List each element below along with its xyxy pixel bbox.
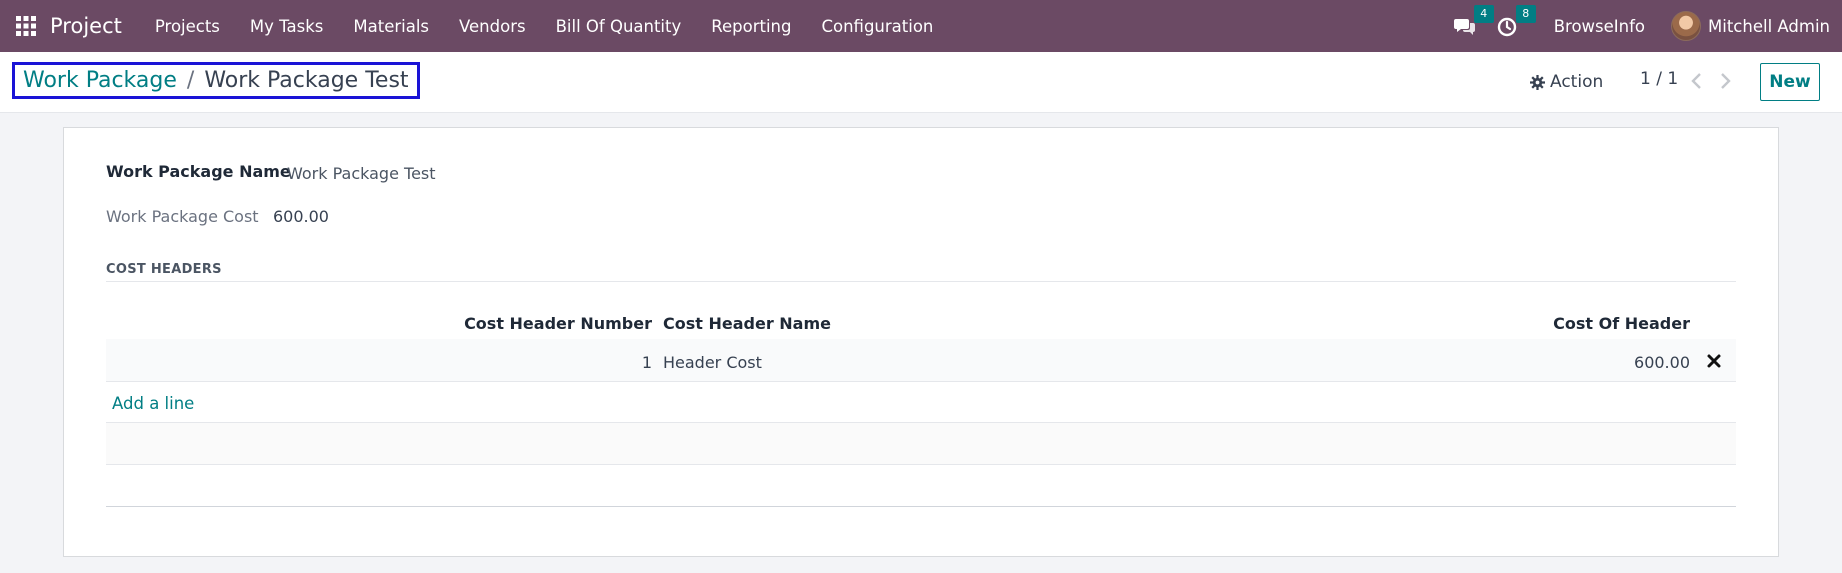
chevron-left-icon[interactable]	[1688, 70, 1706, 92]
add-a-line-link[interactable]: Add a line	[112, 394, 194, 413]
breadcrumb-current-record: Work Package Test	[204, 68, 409, 93]
activities-count-badge: 8	[1515, 5, 1536, 23]
work-package-cost-value: 600.00	[273, 207, 329, 226]
top-navbar: Project Projects My Tasks Materials Vend…	[0, 0, 1842, 52]
main-menu: Projects My Tasks Materials Vendors Bill…	[140, 17, 949, 36]
new-record-button[interactable]: New	[1760, 63, 1820, 101]
column-header-cost-of-header[interactable]: Cost Of Header	[1553, 314, 1690, 333]
breadcrumb-work-package-link[interactable]: Work Package	[23, 68, 177, 93]
cell-cost-of-header[interactable]: 600.00	[1634, 353, 1690, 372]
breadcrumb: Work Package / Work Package Test	[12, 62, 420, 99]
activities-button[interactable]: 8	[1496, 5, 1536, 37]
work-package-name-label: Work Package Name	[106, 162, 291, 181]
menu-vendors[interactable]: Vendors	[444, 17, 541, 36]
menu-reporting[interactable]: Reporting	[696, 17, 806, 36]
action-menu-button[interactable]: Action	[1530, 68, 1603, 96]
row-divider	[106, 506, 1736, 507]
menu-my-tasks[interactable]: My Tasks	[235, 17, 338, 36]
form-sheet: Work Package Name Work Package Test Work…	[63, 127, 1779, 557]
row-divider	[106, 381, 1736, 382]
column-header-cost-header-name[interactable]: Cost Header Name	[663, 314, 831, 333]
menu-configuration[interactable]: Configuration	[806, 17, 948, 36]
pager-value[interactable]: 1 / 1	[1640, 69, 1678, 89]
chat-bubbles-icon	[1453, 19, 1475, 35]
empty-row	[106, 423, 1736, 464]
column-header-cost-header-number[interactable]: Cost Header Number	[464, 314, 652, 333]
chevron-right-icon[interactable]	[1716, 70, 1734, 92]
user-avatar[interactable]	[1671, 11, 1702, 41]
cell-cost-header-name[interactable]: Header Cost	[663, 353, 762, 372]
cell-cost-header-number[interactable]: 1	[642, 353, 652, 372]
apps-grid-icon[interactable]	[16, 16, 36, 36]
company-switcher[interactable]: BrowseInfo	[1554, 17, 1645, 36]
table-row[interactable]	[106, 339, 1736, 381]
menu-projects[interactable]: Projects	[140, 17, 235, 36]
empty-row	[106, 465, 1736, 506]
section-divider	[106, 281, 1736, 282]
action-label: Action	[1550, 72, 1604, 92]
navbar-systray: 4 8 BrowseInfo Mitchell Admin	[1453, 0, 1830, 52]
clock-icon	[1497, 17, 1516, 37]
menu-materials[interactable]: Materials	[338, 17, 444, 36]
work-package-cost-label: Work Package Cost	[106, 207, 259, 226]
delete-row-icon[interactable]	[1706, 353, 1722, 369]
messages-count-badge: 4	[1473, 5, 1494, 23]
app-brand[interactable]: Project	[50, 14, 122, 38]
work-package-name-field[interactable]: Work Package Test	[287, 164, 436, 183]
messages-button[interactable]: 4	[1453, 5, 1494, 37]
user-menu[interactable]: Mitchell Admin	[1708, 17, 1830, 36]
menu-bill-of-quantity[interactable]: Bill Of Quantity	[541, 17, 697, 36]
control-panel: Work Package / Work Package Test Action …	[0, 52, 1842, 113]
cost-headers-section-title: COST HEADERS	[106, 262, 222, 277]
gear-icon	[1530, 74, 1545, 90]
breadcrumb-separator: /	[186, 68, 195, 93]
